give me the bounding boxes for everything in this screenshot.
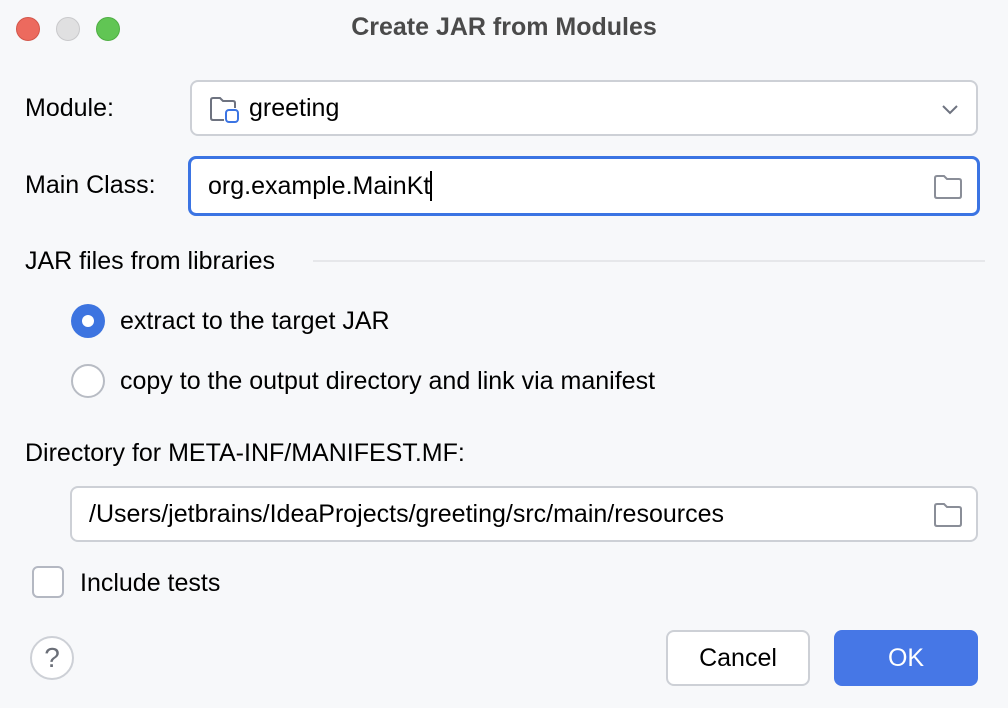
help-button[interactable]: ? bbox=[30, 636, 74, 680]
dialog-title: Create JAR from Modules bbox=[351, 13, 657, 41]
main-class-input[interactable]: org.example.MainKt bbox=[188, 156, 980, 216]
module-dropdown[interactable]: greeting bbox=[190, 80, 978, 136]
browse-folder-icon[interactable] bbox=[933, 502, 963, 528]
manifest-dir-label: Directory for META-INF/MANIFEST.MF: bbox=[25, 439, 465, 467]
chevron-down-icon bbox=[940, 102, 960, 116]
manifest-dir-input[interactable]: /Users/jetbrains/IdeaProjects/greeting/s… bbox=[70, 486, 978, 542]
text-caret bbox=[430, 171, 433, 201]
ok-button[interactable]: OK bbox=[834, 630, 978, 686]
radio-copy[interactable] bbox=[71, 364, 105, 398]
radio-copy-label[interactable]: copy to the output directory and link vi… bbox=[120, 366, 655, 396]
module-value: greeting bbox=[249, 94, 340, 122]
section-separator bbox=[313, 260, 985, 262]
include-tests-checkbox[interactable] bbox=[32, 566, 64, 598]
libraries-section-title: JAR files from libraries bbox=[25, 247, 276, 275]
question-mark-icon: ? bbox=[44, 642, 60, 673]
main-class-label: Main Class: bbox=[25, 171, 156, 199]
module-label: Module: bbox=[25, 94, 114, 122]
radio-extract[interactable] bbox=[71, 304, 105, 338]
module-folder-icon bbox=[209, 96, 241, 124]
main-class-value: org.example.MainKt bbox=[208, 171, 433, 201]
cancel-button[interactable]: Cancel bbox=[666, 630, 810, 686]
radio-extract-label[interactable]: extract to the target JAR bbox=[120, 306, 390, 336]
manifest-dir-value: /Users/jetbrains/IdeaProjects/greeting/s… bbox=[89, 500, 724, 528]
include-tests-label[interactable]: Include tests bbox=[80, 568, 220, 598]
browse-folder-icon[interactable] bbox=[933, 174, 963, 200]
main-class-text: org.example.MainKt bbox=[208, 172, 431, 200]
